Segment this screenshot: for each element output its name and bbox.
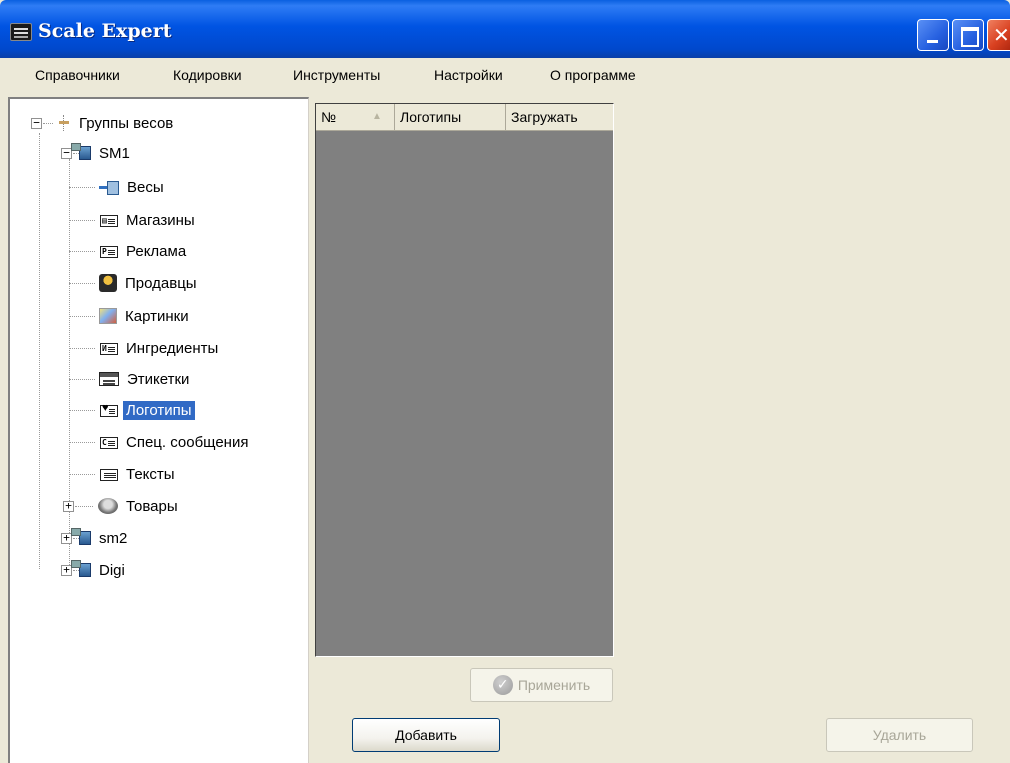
tree-root-label: Группы весов bbox=[79, 114, 174, 132]
menu-settings[interactable]: Настройки bbox=[434, 67, 503, 83]
delete-button[interactable]: Удалить bbox=[826, 718, 973, 752]
tree-item-label-selected: Логотипы bbox=[123, 400, 195, 420]
column-upload-label: Загружать bbox=[511, 109, 578, 125]
tree-item-texts[interactable]: Тексты bbox=[69, 460, 178, 488]
tree-item-special-messages[interactable]: C Спец. сообщения bbox=[69, 428, 251, 456]
tree-item-label: Спец. сообщения bbox=[126, 433, 249, 451]
tree-item-label: Продавцы bbox=[125, 274, 197, 292]
menu-about[interactable]: О программе bbox=[550, 67, 636, 83]
tree-item-pictures[interactable]: Картинки bbox=[69, 302, 192, 330]
tree-item-label: Этикетки bbox=[127, 370, 190, 388]
tree-panel[interactable]: − Группы весов − SM1 Весы ▤ Магазины P Р… bbox=[8, 97, 309, 763]
tree-group-sm1[interactable]: − SM1 bbox=[61, 139, 133, 167]
expand-toggle-icon[interactable]: + bbox=[63, 500, 74, 512]
tree-item-label: Картинки bbox=[125, 307, 189, 325]
tree-root[interactable]: − Группы весов bbox=[31, 109, 176, 137]
sort-arrow-icon: ▲ bbox=[372, 111, 382, 122]
tree-item-scales[interactable]: Весы bbox=[69, 173, 167, 201]
tree-item-shops[interactable]: ▤ Магазины bbox=[69, 206, 198, 234]
scale-group-icon bbox=[71, 560, 91, 577]
column-logos-label: Логотипы bbox=[400, 109, 462, 125]
sellers-icon bbox=[99, 274, 117, 292]
tree-item-labels[interactable]: Этикетки bbox=[69, 365, 192, 393]
tree-group-digi[interactable]: + Digi bbox=[61, 556, 128, 584]
tree-item-advertising[interactable]: P Реклама bbox=[69, 237, 189, 265]
menu-encodings[interactable]: Кодировки bbox=[173, 67, 242, 83]
collapse-toggle-icon[interactable]: − bbox=[31, 117, 42, 129]
add-button[interactable]: Добавить bbox=[352, 718, 500, 752]
tree-root-icon bbox=[57, 115, 71, 131]
tree-item-label: Магазины bbox=[126, 211, 195, 229]
labels-icon bbox=[99, 372, 119, 386]
close-button[interactable] bbox=[987, 19, 1010, 51]
column-header-logos[interactable]: Логотипы bbox=[395, 104, 506, 131]
tree-group-sm2[interactable]: + sm2 bbox=[61, 524, 130, 552]
maximize-button[interactable] bbox=[952, 19, 984, 51]
menu-tools[interactable]: Инструменты bbox=[293, 67, 380, 83]
tree-item-sellers[interactable]: Продавцы bbox=[69, 269, 200, 297]
column-header-upload[interactable]: Загружать bbox=[506, 104, 613, 131]
app-icon[interactable] bbox=[10, 23, 32, 41]
minimize-button[interactable] bbox=[917, 19, 949, 51]
title-bar[interactable]: Scale Expert bbox=[0, 0, 1010, 58]
scale-group-icon bbox=[71, 143, 91, 160]
grid-header: № ▲ Логотипы Загружать bbox=[316, 104, 613, 131]
shops-icon: ▤ bbox=[100, 215, 118, 227]
logos-grid[interactable]: № ▲ Логотипы Загружать bbox=[315, 103, 614, 657]
tree-item-label: Товары bbox=[126, 497, 178, 515]
tree-item-label: Тексты bbox=[126, 465, 175, 483]
column-header-number[interactable]: № ▲ bbox=[316, 104, 395, 131]
checkmark-icon bbox=[492, 668, 513, 700]
goods-icon bbox=[98, 498, 118, 514]
tree-group-label: sm2 bbox=[99, 529, 128, 547]
window-title: Scale Expert bbox=[38, 20, 172, 42]
apply-button-label: Применить bbox=[517, 677, 591, 693]
pictures-icon bbox=[99, 308, 117, 324]
scales-icon bbox=[97, 179, 119, 195]
tree-item-label: Весы bbox=[127, 178, 164, 196]
scale-group-icon bbox=[71, 528, 91, 545]
tree-group-label: Digi bbox=[99, 561, 125, 579]
column-number-label: № bbox=[321, 109, 337, 125]
menu-bar: Справочники Кодировки Инструменты Настро… bbox=[0, 58, 1010, 92]
tree-item-label: Реклама bbox=[126, 242, 187, 260]
tree-item-logos[interactable]: Логотипы bbox=[69, 396, 195, 424]
special-messages-icon: C bbox=[100, 437, 118, 449]
tree-group-label: SM1 bbox=[99, 144, 130, 162]
advertising-icon: P bbox=[100, 246, 118, 258]
apply-button[interactable]: Применить bbox=[470, 668, 613, 702]
logos-icon bbox=[100, 402, 118, 417]
texts-icon bbox=[100, 469, 118, 481]
menu-directories[interactable]: Справочники bbox=[35, 67, 120, 83]
tree-item-label: Ингредиенты bbox=[126, 339, 219, 357]
tree-item-goods[interactable]: + Товары bbox=[63, 492, 181, 520]
ingredients-icon: И bbox=[100, 343, 118, 355]
tree-item-ingredients[interactable]: И Ингредиенты bbox=[69, 334, 221, 362]
